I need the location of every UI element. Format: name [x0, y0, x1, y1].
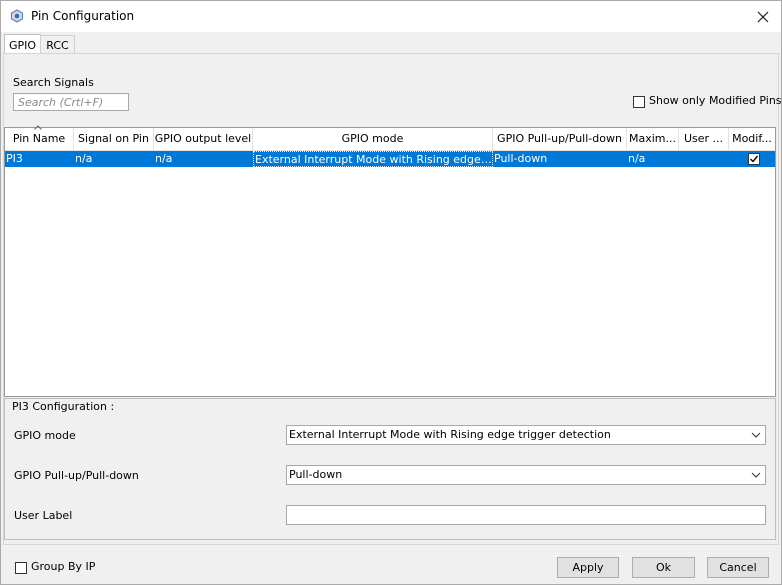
search-label: Search Signals [13, 76, 94, 89]
close-icon [757, 11, 769, 23]
column-pin-name[interactable]: Pin Name [5, 128, 74, 150]
close-button[interactable] [753, 7, 773, 27]
group-by-ip-label: Group By IP [31, 560, 96, 573]
cell-max: n/a [628, 152, 646, 165]
tab-gpio[interactable]: GPIO [4, 34, 41, 55]
show-modified-checkbox[interactable] [633, 96, 645, 108]
column-user[interactable]: User ... [679, 128, 729, 150]
column-gpio-mode[interactable]: GPIO mode [253, 128, 493, 150]
gpio-mode-select[interactable]: External Interrupt Mode with Rising edge… [286, 425, 766, 445]
user-label-input[interactable] [286, 505, 766, 525]
apply-button[interactable]: Apply [557, 557, 619, 578]
cell-modified [729, 151, 775, 167]
checkmark-icon[interactable] [748, 153, 760, 165]
column-signal[interactable]: Signal on Pin [74, 128, 154, 150]
ok-button[interactable]: Ok [632, 557, 695, 578]
user-label-label: User Label [14, 509, 73, 522]
title-bar: Pin Configuration [1, 1, 781, 32]
table-header: Pin Name Signal on Pin GPIO output level… [5, 128, 775, 151]
pull-label: GPIO Pull-up/Pull-down [14, 469, 139, 482]
chevron-down-icon [751, 432, 761, 438]
tab-rcc[interactable]: RCC [40, 35, 75, 55]
cell-mode: External Interrupt Mode with Rising edge… [253, 151, 493, 167]
pin-table: Pin Name Signal on Pin GPIO output level… [4, 127, 776, 397]
tab-rcc-label: RCC [46, 39, 69, 52]
tab-gpio-label: GPIO [8, 38, 37, 52]
gear-cube-icon [11, 9, 23, 23]
column-pull[interactable]: GPIO Pull-up/Pull-down [493, 128, 627, 150]
table-row[interactable]: PI3 n/a n/a External Interrupt Mode with… [5, 151, 775, 167]
cell-signal: n/a [75, 152, 93, 165]
cell-pin: PI3 [6, 152, 23, 165]
group-by-ip-checkbox[interactable] [15, 562, 27, 574]
column-output-level[interactable]: GPIO output level [154, 128, 253, 150]
config-title: PI3 Configuration : [12, 400, 115, 413]
sort-ascending-icon [34, 125, 42, 130]
cell-output-level: n/a [155, 152, 173, 165]
cell-pull: Pull-down [494, 152, 548, 165]
cancel-button[interactable]: Cancel [707, 557, 769, 578]
column-max[interactable]: Maxim... [627, 128, 679, 150]
pull-select[interactable]: Pull-down [286, 465, 766, 485]
column-modified[interactable]: Modif... [729, 128, 775, 150]
cell-user [679, 151, 729, 167]
pull-value: Pull-down [289, 468, 343, 481]
search-input[interactable]: Search (Crtl+F) [13, 93, 129, 111]
show-modified-label: Show only Modified Pins [649, 94, 782, 107]
window-title: Pin Configuration [31, 9, 135, 23]
gpio-mode-value: External Interrupt Mode with Rising edge… [289, 428, 611, 441]
chevron-down-icon [751, 472, 761, 478]
gpio-mode-label: GPIO mode [14, 429, 76, 442]
